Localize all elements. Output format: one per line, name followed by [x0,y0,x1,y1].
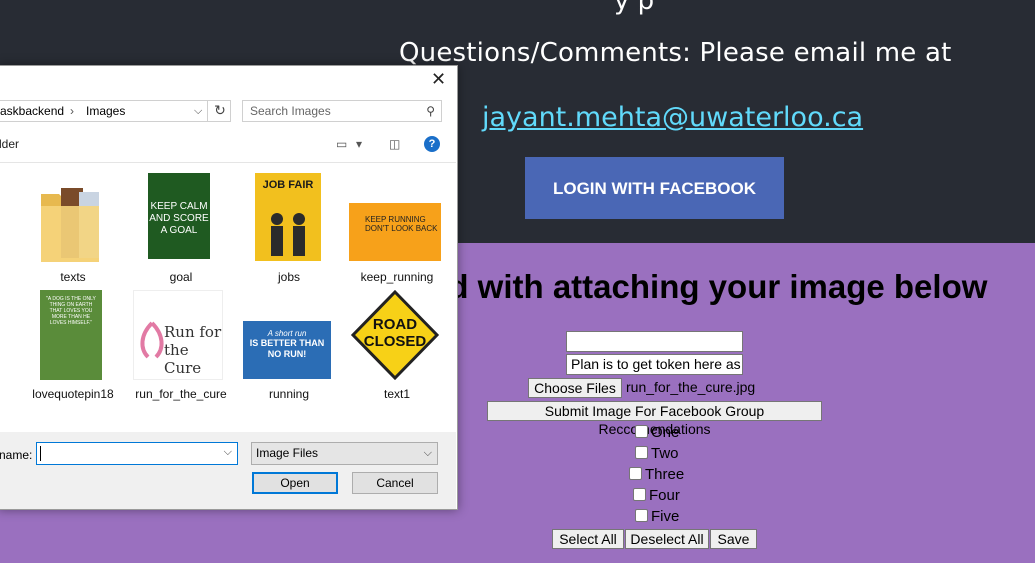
file-label: texts [60,270,86,284]
checkbox[interactable] [633,488,646,501]
filename-input[interactable]: ⌵ [36,442,238,465]
file-list: texts KEEP CALM AND SCORE A GOAL goal JO… [0,162,456,433]
chevron-down-icon[interactable]: ⌵ [194,101,202,121]
file-label: jobs [277,270,300,284]
file-open-dialog: ✕ askbackend › Images ⌵ ↻ Search Images … [0,65,458,510]
checkbox[interactable] [635,509,648,522]
thumbnail-text: A short run [267,329,307,338]
cancel-button[interactable]: Cancel [352,472,438,494]
refresh-icon[interactable]: ↻ [207,100,232,122]
option-label: Three [645,466,685,483]
open-button[interactable]: Open [252,472,338,494]
option-three[interactable]: Three [629,466,684,483]
checkbox[interactable] [635,446,648,459]
checkbox[interactable] [629,467,642,480]
file-label: running [268,387,310,401]
search-icon: ⚲ [426,104,435,118]
folder-icon [39,180,101,266]
image-thumbnail: A short run IS BETTER THAN NO RUN! [243,321,331,379]
file-type-select[interactable]: Image Files ⌵ [251,442,438,465]
filename-label: name: [0,448,33,462]
chevron-down-icon[interactable]: ⌵ [224,445,232,459]
questions-text: Questions/Comments: Please email me at [399,38,952,68]
cut-off-text: y p [614,0,655,16]
dialog-footer: name: ⌵ Image Files ⌵ Open Cancel [0,432,456,509]
option-label: Four [649,487,680,504]
image-thumbnail: KEEP CALM AND SCORE A GOAL [148,173,210,259]
image-thumbnail: KEEP RUNNING DON'T LOOK BACK [349,203,441,261]
image-thumbnail: JOB FAIR [255,173,321,261]
chosen-file-name: run_for_the_cure.jpg [626,379,756,395]
file-label: text1 [383,387,410,401]
image-thumbnail: "A DOG IS THE ONLY THING ON EARTH THAT L… [40,290,102,380]
file-label: lovequotepin18 [32,387,114,401]
file-type-value: Image Files [256,446,319,460]
thumbnail-text: IS BETTER THAN NO RUN! [249,338,325,359]
option-one[interactable]: One [635,424,679,441]
thumbnail-text: Run for the Cure [164,323,222,377]
image-thumbnail: ROAD CLOSED [349,290,441,380]
path-segment[interactable]: askbackend [0,101,64,121]
new-folder-button[interactable]: lder [0,137,19,151]
deselect-all-button[interactable]: Deselect All [625,529,709,549]
facebook-login-button[interactable]: LOGIN WITH FACEBOOK [525,157,784,219]
file-label: keep_running [360,270,434,284]
checkbox[interactable] [635,425,648,438]
page-heading: ed with attaching your image below [430,268,988,305]
chevron-right-icon: › [70,104,74,118]
image-thumbnail: Run for the Cure [133,290,223,380]
path-segment[interactable]: Images [86,101,125,121]
choose-files-button[interactable]: Choose Files [528,378,622,398]
chevron-down-icon: ⌵ [423,447,432,459]
help-icon[interactable]: ? [424,136,440,152]
option-five[interactable]: Five [635,508,679,525]
select-all-button[interactable]: Select All [552,529,624,549]
text-input[interactable] [566,331,743,352]
save-button[interactable]: Save [710,529,757,549]
thumbnail-text: JOB FAIR [262,179,314,191]
submit-image-button[interactable]: Submit Image For Facebook Group Reccomen… [487,401,822,437]
address-bar[interactable]: askbackend › Images ⌵ [0,100,231,122]
option-four[interactable]: Four [633,487,680,504]
view-options-icon[interactable]: ▭ [336,137,347,151]
option-label: Two [651,445,679,462]
preview-pane-icon[interactable]: ◫ [389,137,400,151]
option-label: Five [651,508,680,525]
file-label: run_for_the_cure [135,387,227,401]
close-icon[interactable]: ✕ [431,69,446,90]
option-label: One [651,424,680,441]
thumbnail-text: ROAD CLOSED [363,316,427,350]
email-link[interactable]: jayant.mehta@uwaterloo.ca [482,102,863,133]
file-label: goal [169,270,193,284]
search-placeholder: Search Images [250,104,331,118]
text-caret [40,446,41,461]
option-two[interactable]: Two [635,445,679,462]
chevron-down-icon[interactable]: ▾ [356,137,362,151]
token-input[interactable]: Plan is to get token here as a [566,354,743,375]
search-input[interactable]: Search Images ⚲ [242,100,442,122]
